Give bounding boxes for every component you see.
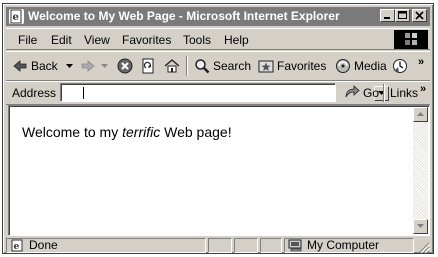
links-separator <box>383 84 385 102</box>
home-button[interactable] <box>164 56 183 76</box>
chevron-down-icon <box>101 64 108 68</box>
stop-button[interactable] <box>117 56 136 76</box>
status-zone-pane: My Computer <box>284 238 414 253</box>
go-button[interactable]: Go <box>344 85 379 101</box>
links-label: Links <box>390 86 419 100</box>
forward-button[interactable] <box>80 56 99 76</box>
go-label: Go <box>363 86 380 100</box>
search-button[interactable]: Search <box>194 56 251 76</box>
window-title: Welcome to My Web Page - Microsoft Inter… <box>28 9 340 23</box>
menu-view[interactable]: View <box>84 33 110 47</box>
go-arrow-icon <box>344 85 360 101</box>
media-button[interactable]: Media <box>335 56 387 76</box>
page-content[interactable]: Welcome to my terrific Web page! <box>8 105 430 236</box>
status-security-pane <box>234 238 258 253</box>
back-label: Back <box>31 59 58 73</box>
refresh-icon <box>140 58 156 74</box>
standard-toolbar: Back Search Favorites Media » <box>6 51 430 81</box>
forward-dropdown[interactable] <box>101 56 108 76</box>
stop-icon <box>117 58 133 74</box>
chevron-down-icon <box>66 64 73 68</box>
menu-file[interactable]: File <box>18 33 37 47</box>
favorites-button[interactable]: Favorites <box>258 56 326 76</box>
history-button[interactable] <box>392 56 411 76</box>
page-text-after: Web page! <box>160 124 232 140</box>
toolbar-separator <box>186 56 188 76</box>
chevron-down-icon <box>417 224 424 228</box>
windows-logo-throbber <box>394 30 428 49</box>
menu-help[interactable]: Help <box>224 33 249 47</box>
close-button[interactable] <box>412 9 427 22</box>
history-icon <box>392 58 408 74</box>
page-text-emphasis: terrific <box>122 124 161 140</box>
status-main-pane: e Done <box>6 238 206 253</box>
vertical-scrollbar[interactable] <box>413 107 428 234</box>
resize-grip[interactable] <box>418 241 431 254</box>
page-text-before: Welcome to my <box>22 124 123 140</box>
search-label: Search <box>213 59 252 73</box>
status-text: Done <box>29 238 58 252</box>
media-label: Media <box>354 59 387 73</box>
ie-page-icon[interactable]: e <box>9 9 24 24</box>
menu-bar: File Edit View Favorites Tools Help <box>6 28 430 50</box>
page-icon: e <box>10 239 25 255</box>
chevron-up-icon <box>417 112 424 116</box>
menu-favorites[interactable]: Favorites <box>122 33 171 47</box>
windows-logo-icon <box>405 33 417 45</box>
toolbar-overflow-chevron[interactable]: » <box>418 56 424 68</box>
svg-text:e: e <box>13 12 19 23</box>
status-bar: e Done My Computer <box>6 237 431 254</box>
back-button[interactable]: Back <box>12 56 58 76</box>
favorites-icon <box>258 58 274 74</box>
forward-arrow-icon <box>80 58 96 74</box>
maximize-button[interactable] <box>395 9 410 22</box>
computer-icon <box>288 239 304 255</box>
scroll-up-button[interactable] <box>413 107 428 122</box>
search-icon <box>194 58 210 74</box>
status-zone-text: My Computer <box>307 238 380 252</box>
status-progress-pane <box>208 238 232 253</box>
status-privacy-pane <box>260 238 282 253</box>
menu-edit[interactable]: Edit <box>51 33 72 47</box>
address-bar: Address Go Links » <box>6 81 430 105</box>
title-bar[interactable]: e Welcome to My Web Page - Microsoft Int… <box>6 7 430 26</box>
links-button[interactable]: Links <box>390 86 418 100</box>
address-label: Address <box>12 86 57 100</box>
refresh-button[interactable] <box>140 56 159 76</box>
media-icon <box>335 58 351 74</box>
menu-tools[interactable]: Tools <box>183 33 211 47</box>
home-icon <box>164 58 180 74</box>
address-input[interactable] <box>60 83 389 102</box>
text-caret <box>83 87 84 99</box>
browser-window: e Welcome to My Web Page - Microsoft Int… <box>2 3 434 254</box>
svg-text:e: e <box>14 242 20 252</box>
minimize-button[interactable] <box>380 9 395 22</box>
links-overflow-chevron[interactable]: » <box>420 83 426 95</box>
page-welcome-text: Welcome to my terrific Web page! <box>22 124 232 140</box>
back-dropdown[interactable] <box>66 56 73 76</box>
favorites-label: Favorites <box>277 59 327 73</box>
scroll-down-button[interactable] <box>413 219 428 234</box>
back-arrow-icon <box>12 58 28 74</box>
